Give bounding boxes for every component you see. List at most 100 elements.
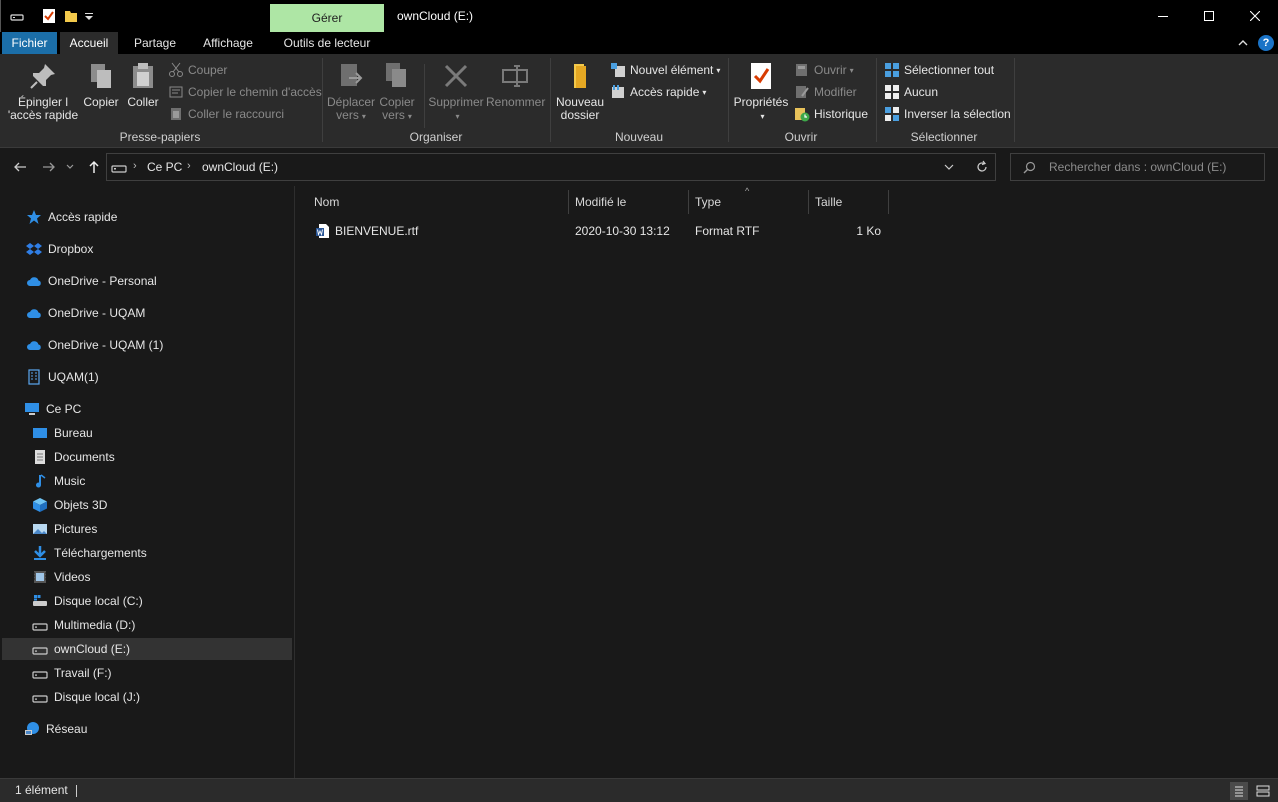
nav-item-documents[interactable]: Documents <box>2 446 292 468</box>
tab-drive-tools[interactable]: Outils de lecteur <box>272 32 382 54</box>
nav-item-label: Documents <box>54 450 115 464</box>
properties-icon[interactable] <box>42 8 56 24</box>
details-view-button[interactable] <box>1230 782 1248 800</box>
nav-item-desktop[interactable]: Bureau <box>2 422 292 444</box>
nav-item-quick-access[interactable]: Accès rapide <box>2 206 292 228</box>
customize-qat-icon[interactable] <box>84 8 94 24</box>
cut-button[interactable]: Couper <box>168 60 227 80</box>
search-box[interactable] <box>1010 153 1265 181</box>
open-button[interactable]: Ouvrir ▾ <box>794 60 854 80</box>
properties-button[interactable]: Propriétés ▾ <box>732 60 790 123</box>
search-input[interactable] <box>1049 154 1259 180</box>
invert-selection-button[interactable]: Inverser la sélection <box>884 104 1011 124</box>
breadcrumb-separator[interactable]: › <box>187 160 191 172</box>
drive-icon <box>32 623 48 631</box>
nav-item-videos[interactable]: Videos <box>2 566 292 588</box>
column-header-modified[interactable]: Modifié le <box>575 190 687 216</box>
recent-locations-button[interactable] <box>64 158 76 176</box>
history-label: Historique <box>814 107 869 121</box>
column-header-type[interactable]: Type <box>695 190 807 216</box>
nav-item-3d-objects[interactable]: Objets 3D <box>2 494 292 516</box>
tab-view[interactable]: Affichage <box>192 32 264 54</box>
nav-item-uqam1[interactable]: UQAM(1) <box>2 366 292 388</box>
nav-item-downloads[interactable]: Téléchargements <box>2 542 292 564</box>
paste-icon <box>133 63 153 88</box>
tab-home[interactable]: Accueil <box>60 32 118 54</box>
nav-item-onedrive-uqam[interactable]: OneDrive - UQAM <box>2 302 292 324</box>
nav-item-label: OneDrive - Personal <box>48 274 157 288</box>
move-to-button[interactable]: Déplacer vers ▾ <box>326 60 376 123</box>
new-folder-icon[interactable] <box>64 8 78 24</box>
rename-button[interactable]: Renommer <box>486 60 545 109</box>
chevron-down-icon[interactable] <box>943 161 955 173</box>
help-icon[interactable]: ? <box>1258 35 1274 51</box>
nav-item-network[interactable]: Réseau <box>2 718 292 740</box>
nav-item-drive-j[interactable]: Disque local (J:) <box>2 686 292 708</box>
tab-file[interactable]: Fichier <box>2 32 57 54</box>
close-button[interactable] <box>1232 0 1278 32</box>
column-separator[interactable] <box>688 190 689 214</box>
drive-icon <box>32 671 48 679</box>
select-none-button[interactable]: Aucun <box>884 82 938 102</box>
drive-icon <box>111 165 127 173</box>
computer-icon <box>25 403 39 415</box>
nav-item-drive-c[interactable]: Disque local (C:) <box>2 590 292 612</box>
maximize-button[interactable] <box>1186 0 1232 32</box>
copy-path-label: Copier le chemin d'accès <box>188 85 322 99</box>
column-header-name[interactable]: Nom <box>314 190 568 216</box>
column-separator[interactable] <box>568 190 569 214</box>
minimize-button[interactable] <box>1140 0 1186 32</box>
address-bar[interactable]: › Ce PC › ownCloud (E:) <box>106 153 996 181</box>
separator <box>322 58 323 142</box>
copy-path-icon <box>169 86 183 98</box>
copy-label: Copier <box>83 95 119 109</box>
cloud-icon <box>27 277 41 286</box>
edit-button[interactable]: Modifier <box>794 82 857 102</box>
breadcrumb-this-pc[interactable]: Ce PC <box>147 160 182 174</box>
pin-quick-access-button[interactable]: Épingler l 'accès rapide <box>6 60 80 122</box>
nav-item-this-pc[interactable]: Ce PC <box>2 398 292 420</box>
file-row[interactable]: BIENVENUE.rtf 2020-10-30 13:12 Format RT… <box>310 220 886 242</box>
up-button[interactable] <box>85 158 103 176</box>
paste-shortcut-button[interactable]: Coller le raccourci <box>168 104 284 124</box>
copy-path-button[interactable]: Copier le chemin d'accès <box>168 82 322 102</box>
easy-access-button[interactable]: Accès rapide ▾ <box>610 82 706 102</box>
select-all-icon <box>885 63 899 77</box>
nav-item-label: Multimedia (D:) <box>54 618 136 632</box>
nav-item-onedrive-uqam-1[interactable]: OneDrive - UQAM (1) <box>2 334 292 356</box>
nav-item-pictures[interactable]: Pictures <box>2 518 292 540</box>
forward-button[interactable] <box>40 158 58 176</box>
delete-button[interactable]: Supprimer ▾ <box>428 60 484 123</box>
nav-item-drive-e[interactable]: ownCloud (E:) <box>2 638 292 660</box>
copy-to-button[interactable]: Copier vers ▾ <box>376 60 418 123</box>
invert-selection-icon <box>885 107 899 121</box>
large-icons-view-button[interactable] <box>1254 782 1272 800</box>
copy-button[interactable]: Copier <box>82 60 120 109</box>
history-button[interactable]: Historique <box>794 104 868 124</box>
back-button[interactable] <box>11 158 29 176</box>
tab-share[interactable]: Partage <box>124 32 186 54</box>
easy-access-icon <box>612 85 624 98</box>
ribbon-tabs: Fichier Accueil Partage Affichage Outils… <box>0 32 1278 54</box>
column-header-size[interactable]: Taille <box>815 190 887 216</box>
select-all-button[interactable]: Sélectionner tout <box>884 60 994 80</box>
delete-x-icon <box>444 64 468 88</box>
paste-button[interactable]: Coller <box>124 60 162 109</box>
pictures-icon <box>33 524 47 534</box>
column-separator[interactable] <box>888 190 889 214</box>
breadcrumb-owncloud[interactable]: ownCloud (E:) <box>202 160 278 174</box>
nav-item-dropbox[interactable]: Dropbox <box>2 238 292 260</box>
tab-manage[interactable]: Gérer <box>270 4 384 32</box>
nav-item-onedrive-personal[interactable]: OneDrive - Personal <box>2 270 292 292</box>
nav-item-drive-d[interactable]: Multimedia (D:) <box>2 614 292 636</box>
chevron-up-icon[interactable] <box>1236 36 1250 50</box>
drive-icon[interactable] <box>10 8 24 24</box>
breadcrumb-separator[interactable]: › <box>133 160 137 172</box>
nav-item-drive-f[interactable]: Travail (F:) <box>2 662 292 684</box>
refresh-icon[interactable] <box>975 160 989 174</box>
new-folder-button[interactable]: Nouveau dossier <box>554 60 606 122</box>
nav-item-music[interactable]: Music <box>2 470 292 492</box>
column-separator[interactable] <box>808 190 809 214</box>
new-item-button[interactable]: Nouvel élément ▾ <box>610 60 720 80</box>
search-icon <box>1023 161 1036 174</box>
